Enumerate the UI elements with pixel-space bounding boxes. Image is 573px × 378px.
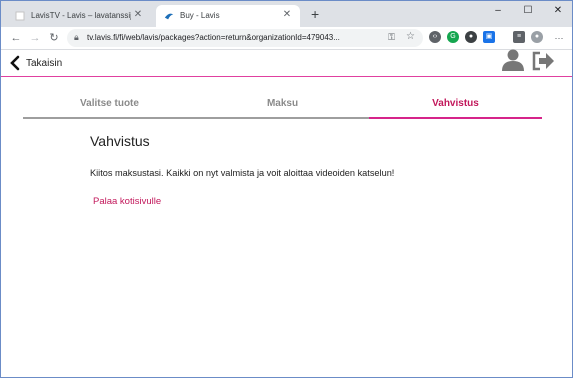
- step-select-product: Valitse tuote: [23, 97, 196, 119]
- new-tab-button[interactable]: +: [311, 6, 319, 22]
- confirmation-message: Kiitos maksustasi. Kaikki on nyt valmist…: [90, 168, 395, 178]
- tab-buy-lavis[interactable]: Buy - Lavis ✕: [156, 5, 300, 27]
- grammarly-icon[interactable]: G: [447, 31, 459, 43]
- return-home-link[interactable]: Palaa kotisivulle: [93, 196, 161, 207]
- extension-icon[interactable]: ▣: [483, 31, 495, 43]
- forward-arrow-icon[interactable]: →: [28, 30, 42, 46]
- page-title: Vahvistus: [90, 133, 150, 149]
- extension-arrows-icon[interactable]: ‹›: [429, 31, 441, 43]
- back-label: Takaisin: [26, 58, 63, 69]
- chevron-left-icon: [10, 55, 20, 71]
- reload-icon[interactable]: ↻: [47, 30, 61, 46]
- step-label: Valitse tuote: [80, 98, 139, 109]
- bookmark-star-icon[interactable]: ☆: [406, 31, 415, 42]
- checkout-steps: Valitse tuote Maksu Vahvistus: [23, 97, 542, 121]
- maximize-button[interactable]: ☐: [518, 4, 538, 18]
- close-tab-icon[interactable]: ✕: [131, 8, 145, 22]
- page: Takaisin Valitse tuote Maksu Vahvistus V…: [1, 48, 572, 377]
- browser-window: LavisTV - Lavis – lavatanssijumpp ✕ Buy …: [0, 0, 573, 378]
- step-underline: [196, 117, 369, 119]
- lavis-logo-icon: [164, 13, 174, 20]
- user-icon[interactable]: [501, 48, 525, 72]
- step-underline-active: [369, 117, 542, 119]
- url-text[interactable]: tv.lavis.fi/fi/web/lavis/packages?action…: [87, 33, 340, 42]
- key-icon[interactable]: ⚿: [388, 32, 395, 43]
- tab-lavistv[interactable]: LavisTV - Lavis – lavatanssijumpp ✕: [7, 5, 151, 27]
- reading-list-icon[interactable]: ≡: [513, 31, 525, 43]
- step-label: Maksu: [266, 98, 299, 109]
- step-label: Vahvistus: [432, 98, 479, 109]
- step-confirmation: Vahvistus: [369, 97, 542, 119]
- lock-icon[interactable]: 🔒︎: [74, 32, 79, 43]
- profile-avatar-icon[interactable]: ●: [531, 31, 543, 43]
- menu-dots-icon[interactable]: ⋯: [552, 30, 566, 46]
- close-tab-icon[interactable]: ✕: [280, 8, 294, 22]
- logout-icon[interactable]: [531, 51, 555, 71]
- page-icon: [15, 11, 25, 21]
- tab-title: Buy - Lavis: [180, 11, 220, 20]
- back-arrow-icon[interactable]: ←: [9, 30, 23, 46]
- step-payment: Maksu: [196, 97, 369, 119]
- app-header: Takaisin: [1, 48, 572, 77]
- address-bar[interactable]: 🔒︎ tv.lavis.fi/fi/web/lavis/packages?act…: [67, 29, 423, 47]
- step-underline: [23, 117, 196, 119]
- tab-strip: LavisTV - Lavis – lavatanssijumpp ✕ Buy …: [1, 1, 572, 27]
- tab-title: LavisTV - Lavis – lavatanssijumpp: [31, 11, 131, 20]
- minimize-button[interactable]: –: [488, 4, 508, 18]
- close-window-button[interactable]: ✕: [548, 4, 568, 18]
- browser-toolbar: ← → ↻ 🔒︎ tv.lavis.fi/fi/web/lavis/packag…: [1, 27, 572, 50]
- extension-icon[interactable]: ●: [465, 31, 477, 43]
